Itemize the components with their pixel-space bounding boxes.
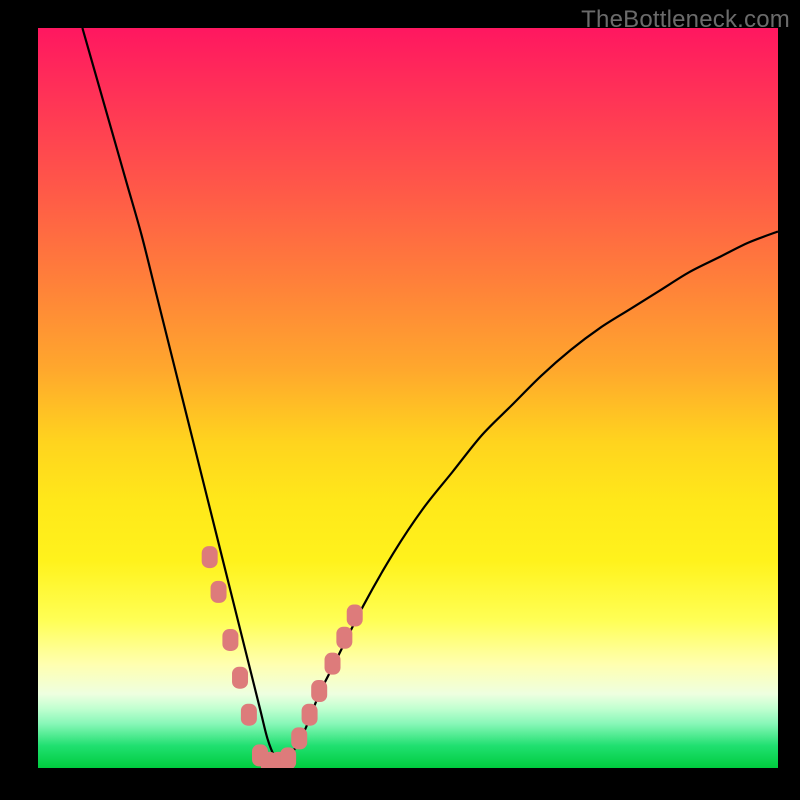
plot-area <box>38 28 778 768</box>
marker-point <box>280 747 296 768</box>
marker-point <box>202 546 218 568</box>
marker-point <box>222 629 238 651</box>
marker-point <box>291 727 307 749</box>
marker-point <box>241 704 257 726</box>
chart-container: TheBottleneck.com <box>0 0 800 800</box>
watermark-text: TheBottleneck.com <box>581 6 790 34</box>
marker-point <box>347 605 363 627</box>
marker-point <box>325 653 341 675</box>
highlighted-points <box>202 546 363 768</box>
marker-point <box>232 667 248 689</box>
marker-point <box>211 581 227 603</box>
marker-layer <box>38 28 778 768</box>
marker-point <box>336 627 352 649</box>
marker-point <box>302 704 318 726</box>
marker-point <box>311 680 327 702</box>
